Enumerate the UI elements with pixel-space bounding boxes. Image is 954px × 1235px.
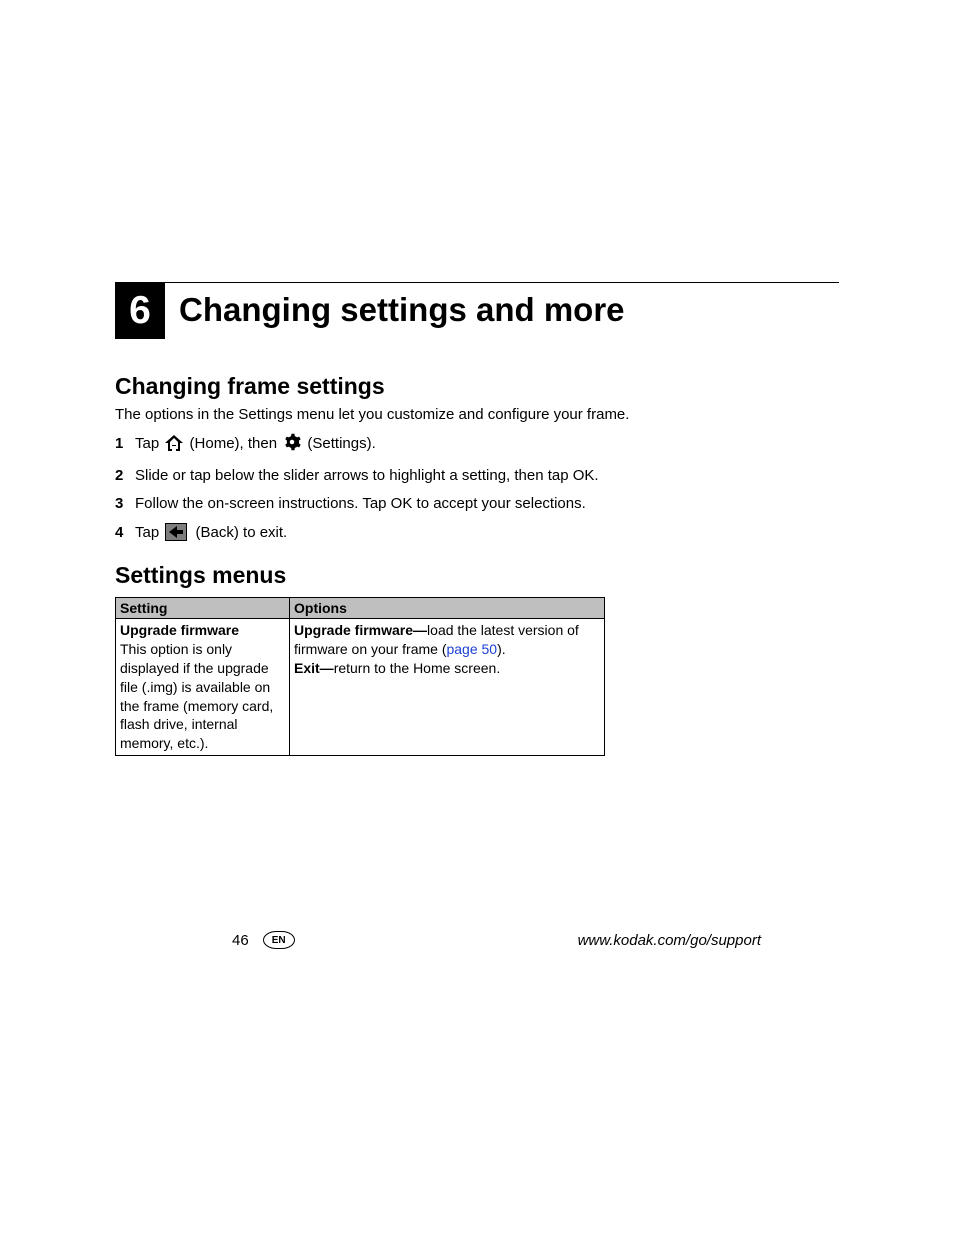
language-badge: EN bbox=[263, 931, 295, 949]
table-header-setting: Setting bbox=[116, 598, 290, 619]
setting-name: Upgrade firmware bbox=[120, 622, 239, 638]
chapter-heading: 6 Changing settings and more bbox=[115, 282, 839, 339]
home-icon bbox=[165, 435, 183, 459]
chapter-number-box: 6 bbox=[115, 283, 165, 339]
back-icon bbox=[165, 523, 187, 541]
section-intro: The options in the Settings menu let you… bbox=[115, 406, 839, 423]
page-link[interactable]: page 50 bbox=[446, 641, 497, 657]
step-3: Follow the on-screen instructions. Tap O… bbox=[115, 493, 839, 516]
section-heading-frame-settings: Changing frame settings bbox=[115, 373, 839, 400]
table-header-options: Options bbox=[290, 598, 605, 619]
cell-setting: Upgrade firmware This option is only dis… bbox=[116, 619, 290, 756]
section-heading-settings-menus: Settings menus bbox=[115, 562, 839, 589]
chapter-number: 6 bbox=[129, 289, 151, 333]
step-4-text-b: (Back) to exit. bbox=[196, 524, 288, 541]
table-header-row: Setting Options bbox=[116, 598, 605, 619]
step-4: Tap (Back) to exit. bbox=[115, 522, 839, 545]
option-upgrade-after: ). bbox=[497, 641, 506, 657]
setting-description: This option is only displayed if the upg… bbox=[120, 641, 273, 751]
settings-table: Setting Options Upgrade firmware This op… bbox=[115, 597, 605, 756]
gear-icon bbox=[283, 433, 301, 459]
manual-page: 6 Changing settings and more Changing fr… bbox=[0, 0, 954, 1235]
cell-options: Upgrade firmware—load the latest version… bbox=[290, 619, 605, 756]
step-1: Tap (Home), then (Settings). bbox=[115, 433, 839, 459]
step-1-text-b: (Home), then bbox=[190, 435, 282, 452]
step-2: Slide or tap below the slider arrows to … bbox=[115, 465, 839, 488]
option-exit-text: return to the Home screen. bbox=[334, 660, 501, 676]
step-1-text-c: (Settings). bbox=[307, 435, 375, 452]
option-exit-label: Exit— bbox=[294, 660, 334, 676]
step-4-text-a: Tap bbox=[135, 524, 163, 541]
page-footer: 46 EN www.kodak.com/go/support bbox=[0, 931, 954, 949]
support-url[interactable]: www.kodak.com/go/support bbox=[578, 932, 761, 949]
step-1-text-a: Tap bbox=[135, 435, 163, 452]
page-number: 46 bbox=[232, 932, 249, 949]
option-upgrade-label: Upgrade firmware— bbox=[294, 622, 427, 638]
chapter-title: Changing settings and more bbox=[165, 283, 625, 339]
table-row: Upgrade firmware This option is only dis… bbox=[116, 619, 605, 756]
steps-list: Tap (Home), then (Settings). Slide or ta… bbox=[115, 433, 839, 544]
